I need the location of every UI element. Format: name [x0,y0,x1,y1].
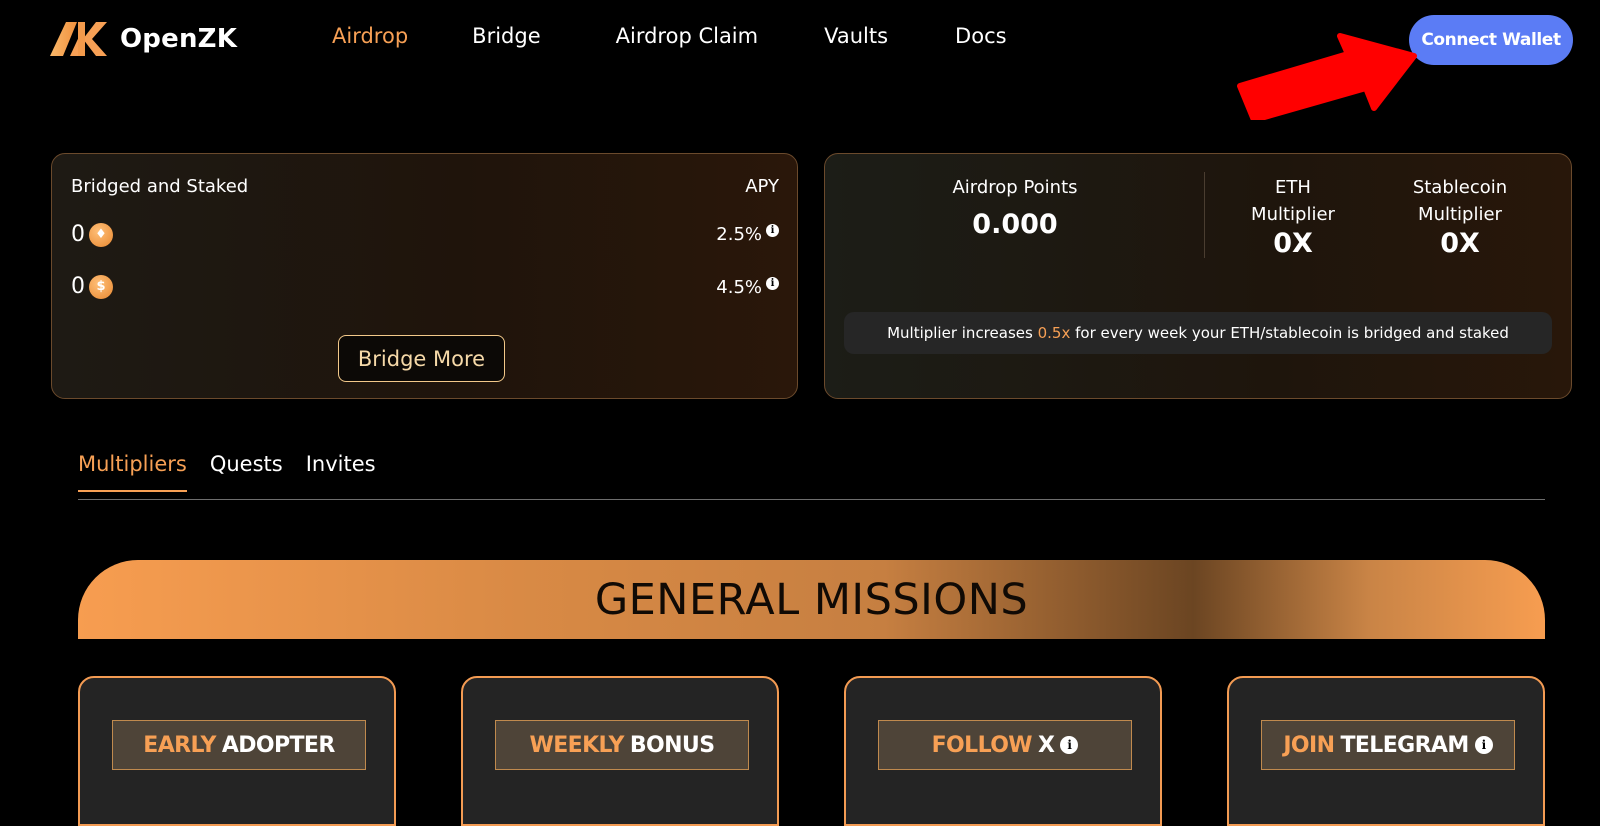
bridged-staked-title: Bridged and Staked [71,176,249,197]
eth-staked-row: 0 ♦ [71,222,113,247]
stable-staked-amount: 0 [71,274,85,299]
mission-tag-rest: X [1037,732,1055,758]
nav-item-bridge[interactable]: Bridge [472,24,540,48]
stable-multiplier-value: 0X [1440,228,1480,259]
airdrop-points-label: Airdrop Points [952,177,1078,198]
mission-tag-accent: JOIN [1283,732,1335,758]
tabs-divider [78,499,1545,500]
eth-multiplier-section: ETH Multiplier 0X [1228,174,1358,259]
info-icon[interactable]: i [1474,736,1493,754]
stable-multiplier-label-line2: Multiplier [1418,204,1502,225]
mission-tag-accent: FOLLOW [931,732,1033,758]
stable-apy: 4.5% i [716,277,779,298]
stable-multiplier-label-line1: Stablecoin [1412,177,1508,198]
mission-tag: WEEKLY BONUS [495,720,749,770]
main-nav: Airdrop Bridge Airdrop Claim Vaults Docs [332,24,1007,48]
info-icon[interactable]: i [766,277,779,290]
mission-card[interactable]: EARLY ADOPTER [78,676,396,826]
eth-coin-icon: ♦ [89,222,113,247]
nav-item-vaults[interactable]: Vaults [824,24,888,48]
mission-tag-accent: WEEKLY [529,732,625,758]
mission-tag: FOLLOW X i [878,720,1132,770]
eth-multiplier-label-line1: ETH [1275,177,1311,198]
missions-banner-title: GENERAL MISSIONS [594,574,1029,625]
nav-item-airdrop-claim[interactable]: Airdrop Claim [616,24,758,48]
connect-wallet-button[interactable]: Connect Wallet [1409,15,1573,65]
mission-tag-rest: ADOPTER [221,732,335,758]
multiplier-note: Multiplier increases 0.5x for every week… [844,312,1552,354]
openzk-logo-icon [50,22,107,56]
info-icon[interactable]: i [1060,736,1079,754]
eth-multiplier-value: 0X [1273,228,1313,259]
eth-apy-value: 2.5% [716,224,762,245]
stable-apy-value: 4.5% [716,277,762,298]
tab-invites[interactable]: Invites [306,452,376,492]
logo[interactable]: OpenZK [50,22,237,56]
airdrop-points-section: Airdrop Points 0.000 [920,174,1110,240]
note-prefix: Multiplier increases [887,324,1033,342]
info-icon[interactable]: i [766,224,779,237]
eth-multiplier-label-line2: Multiplier [1251,204,1335,225]
mission-card[interactable]: JOIN TELEGRAM i [1227,676,1545,826]
stable-staked-row: 0 $ [71,274,113,299]
stablecoin-multiplier-section: Stablecoin Multiplier 0X [1385,174,1535,259]
eth-staked-amount: 0 [71,222,85,247]
points-divider [1204,172,1205,258]
tab-multipliers[interactable]: Multipliers [78,452,187,492]
mission-tag-rest: BONUS [629,732,715,758]
annotation-arrow-icon [1237,33,1417,120]
nav-item-airdrop[interactable]: Airdrop [332,24,408,48]
bridged-staked-card: Bridged and Staked APY 0 ♦ 2.5% i 0 $ 4.… [51,153,798,399]
app-name: OpenZK [120,24,238,54]
mission-tag-accent: EARLY [143,732,216,758]
note-suffix: for every week your ETH/stablecoin is br… [1075,324,1509,342]
eth-apy: 2.5% i [716,224,779,245]
tab-quests[interactable]: Quests [210,452,283,492]
bridge-more-button[interactable]: Bridge More [338,335,505,382]
missions-banner: GENERAL MISSIONS [78,560,1545,639]
note-highlight: 0.5x [1037,324,1071,342]
mission-tag: EARLY ADOPTER [112,720,366,770]
airdrop-points-value: 0.000 [972,209,1058,240]
mission-card[interactable]: WEEKLY BONUS [461,676,779,826]
nav-item-docs[interactable]: Docs [955,24,1007,48]
mission-tag-rest: TELEGRAM [1340,732,1469,758]
apy-header: APY [745,176,779,197]
mission-card[interactable]: FOLLOW X i [844,676,1162,826]
airdrop-points-card: Airdrop Points 0.000 ETH Multiplier 0X S… [824,153,1572,399]
mission-tag: JOIN TELEGRAM i [1261,720,1515,770]
tabs-bar: Multipliers Quests Invites [78,452,376,492]
dollar-coin-icon: $ [89,274,113,299]
